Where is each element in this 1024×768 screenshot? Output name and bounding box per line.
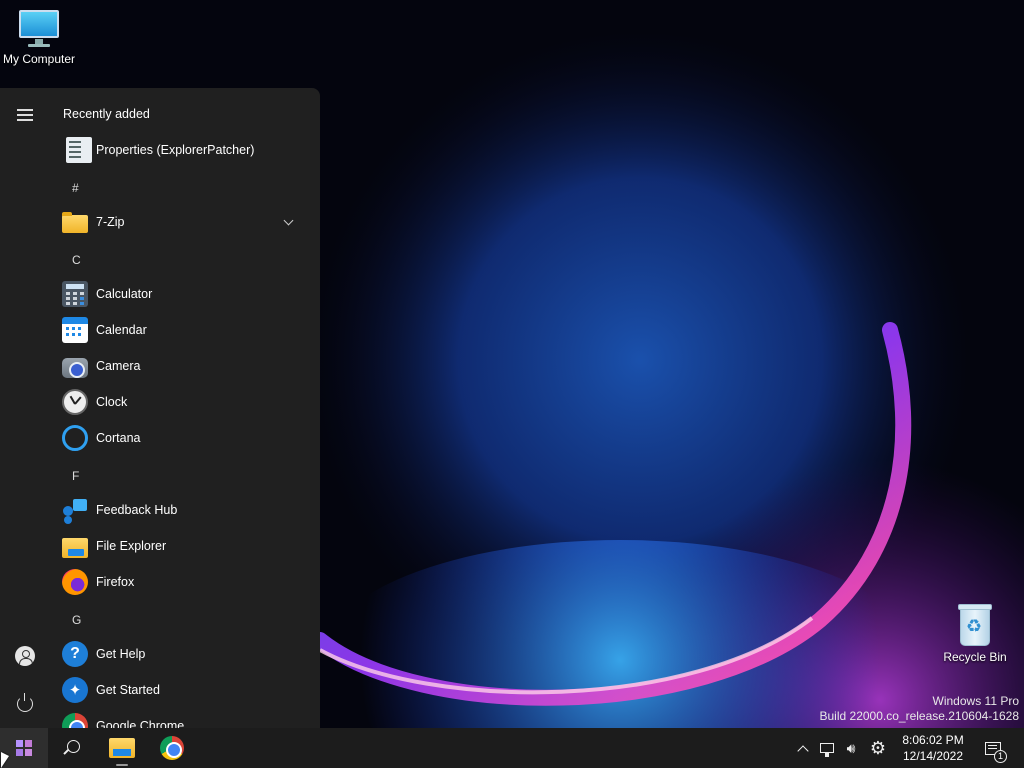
app-item-feedback-hub[interactable]: Feedback Hub (58, 492, 308, 528)
hamburger-menu-button[interactable] (10, 100, 40, 130)
power-icon (17, 693, 33, 712)
start-menu: Recently added Properties (ExplorerPatch… (0, 88, 320, 728)
settings-gear-icon: ⚙ (869, 737, 887, 758)
app-label: Clock (96, 395, 128, 409)
app-item-cortana[interactable]: Cortana (58, 420, 308, 456)
mouse-cursor (1, 752, 9, 768)
app-label: 7-Zip (96, 215, 125, 229)
get-help-icon (62, 641, 88, 667)
recycle-bin-label: Recycle Bin (943, 650, 1007, 664)
file-explorer-icon (62, 537, 88, 558)
clock-icon (62, 389, 88, 415)
start-menu-rail (0, 88, 50, 728)
app-list: Recently added Properties (ExplorerPatch… (58, 88, 320, 728)
network-icon (820, 743, 834, 757)
file-explorer-icon (109, 738, 135, 758)
group-letter-g[interactable]: G (72, 613, 81, 627)
watermark-build: Build 22000.co_release.210604-1628 (819, 709, 1020, 723)
app-item-calendar[interactable]: Calendar (58, 312, 308, 348)
settings-button[interactable]: ⚙ (866, 728, 890, 768)
app-label: Get Started (96, 683, 160, 697)
taskbar-chrome-button[interactable] (152, 728, 192, 768)
app-item-file-explorer[interactable]: File Explorer (58, 528, 308, 564)
recently-added-heading: Recently added (63, 107, 150, 121)
camera-icon (62, 357, 88, 378)
properties-icon (66, 137, 92, 163)
recycle-bin-desktop-icon[interactable]: ♻ Recycle Bin (930, 602, 1020, 664)
app-item-calculator[interactable]: Calculator (58, 276, 308, 312)
app-item-7-zip[interactable]: 7-Zip (58, 204, 308, 240)
group-letter-hash[interactable]: # (72, 181, 79, 195)
network-button[interactable] (816, 728, 838, 768)
volume-button[interactable]: 🔊︎ (840, 728, 862, 768)
group-letter-c[interactable]: C (72, 253, 81, 267)
chevron-down-icon[interactable] (283, 215, 294, 226)
power-button[interactable] (10, 689, 40, 719)
show-hidden-icons-button[interactable] (792, 728, 814, 768)
taskbar-file-explorer-button[interactable] (102, 728, 142, 768)
app-label: Feedback Hub (96, 503, 178, 517)
clock-time: 8:06:02 PM (902, 733, 964, 747)
chevron-up-icon (797, 744, 809, 757)
app-label: File Explorer (96, 539, 167, 553)
search-icon (67, 740, 80, 753)
cortana-icon (62, 425, 88, 451)
app-item-get-help[interactable]: Get Help (58, 636, 308, 672)
app-label: Calendar (96, 323, 147, 337)
user-icon (15, 646, 35, 666)
app-item-properties-explorerpatcher[interactable]: Properties (ExplorerPatcher) (58, 132, 308, 168)
taskbar: 🔊︎ ⚙ 8:06:02 PM 12/14/2022 1 (0, 728, 1024, 768)
user-account-button[interactable] (10, 641, 40, 671)
app-label: Camera (96, 359, 141, 373)
app-label: Calculator (96, 287, 153, 301)
folder-icon (62, 212, 88, 233)
app-label: Cortana (96, 431, 141, 445)
firefox-icon (62, 569, 88, 595)
app-label: Firefox (96, 575, 135, 589)
app-item-google-chrome[interactable]: Google Chrome (58, 708, 308, 728)
monitor-icon (17, 8, 61, 48)
app-item-firefox[interactable]: Firefox (58, 564, 308, 600)
get-started-icon (62, 677, 88, 703)
clock-button[interactable]: 8:06:02 PM 12/14/2022 (896, 728, 970, 768)
my-computer-label: My Computer (2, 52, 76, 66)
app-item-get-started[interactable]: Get Started (58, 672, 308, 708)
start-icon (16, 740, 32, 756)
feedback-hub-icon (62, 497, 88, 523)
group-letter-f[interactable]: F (72, 469, 79, 483)
notification-count-badge: 1 (994, 750, 1007, 763)
hamburger-icon (17, 110, 33, 120)
app-label: Get Help (96, 647, 146, 661)
watermark-edition: Windows 11 Pro (932, 694, 1019, 708)
app-item-camera[interactable]: Camera (58, 348, 308, 384)
clock-date: 12/14/2022 (902, 749, 964, 763)
volume-icon: 🔊︎ (846, 739, 856, 756)
chrome-icon (62, 713, 88, 728)
my-computer-desktop-icon[interactable]: My Computer (0, 8, 84, 66)
app-label: Properties (ExplorerPatcher) (96, 143, 255, 157)
app-item-clock[interactable]: Clock (58, 384, 308, 420)
app-label: Google Chrome (96, 719, 185, 728)
windows-build-watermark: Windows 11 Pro Build 22000.co_release.21… (820, 694, 1020, 724)
search-button[interactable] (52, 728, 92, 768)
recycle-bin-icon: ♻ (956, 602, 994, 646)
calendar-icon (62, 317, 88, 343)
chrome-icon (160, 736, 184, 760)
notification-center-button[interactable]: 1 (980, 728, 1007, 768)
calculator-icon (62, 281, 88, 307)
